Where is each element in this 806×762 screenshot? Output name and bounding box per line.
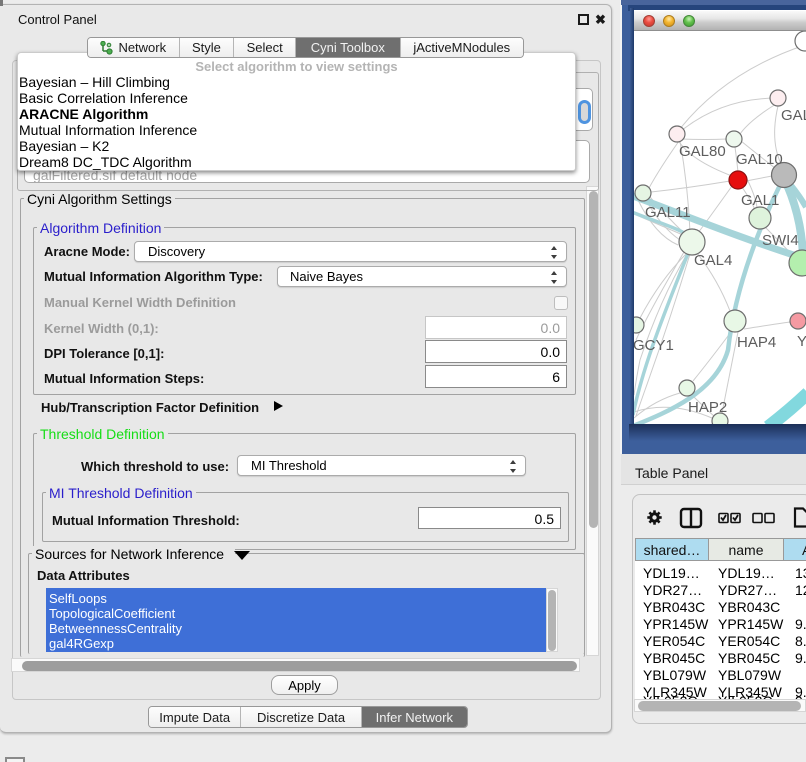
svg-text:GAL4: GAL4 bbox=[694, 252, 732, 269]
svg-text:GCY1: GCY1 bbox=[634, 337, 674, 354]
svg-text:GAL11: GAL11 bbox=[645, 204, 691, 221]
svg-text:HAP4: HAP4 bbox=[737, 334, 776, 351]
svg-text:GAL80: GAL80 bbox=[679, 143, 726, 160]
svg-text:HAP2: HAP2 bbox=[688, 399, 727, 416]
svg-text:GAL10: GAL10 bbox=[736, 151, 783, 168]
svg-text:Y: Y bbox=[797, 333, 806, 350]
svg-text:GAL1: GAL1 bbox=[741, 192, 779, 209]
svg-text:GAL7: GAL7 bbox=[781, 107, 806, 124]
svg-text:SWI4: SWI4 bbox=[762, 232, 799, 249]
